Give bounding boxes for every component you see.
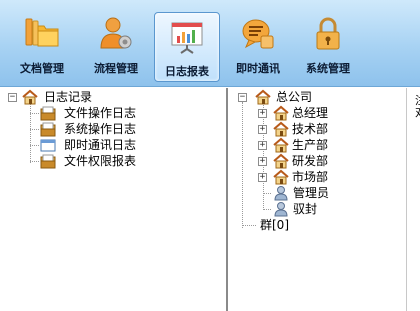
user-icon — [274, 186, 288, 201]
instant-messaging-button[interactable]: 即时通讯 — [226, 10, 290, 80]
tree-root-log-records[interactable]: − 日志记录 — [8, 89, 218, 105]
user-icon — [274, 202, 288, 217]
tree-root-head-office[interactable]: − 总公司 — [238, 89, 398, 105]
tree-item-im-log[interactable]: 即时通讯日志 — [40, 137, 220, 153]
house-icon — [273, 137, 289, 153]
tree-dept-marketing[interactable]: + 市场部 — [258, 169, 398, 185]
house-icon — [22, 89, 38, 105]
tree-dept-production[interactable]: + 生产部 — [258, 137, 398, 153]
log-folder-icon — [40, 122, 56, 137]
tree-item-system-operation-log[interactable]: 系统操作日志 — [40, 121, 220, 137]
clipped-text: 对 — [415, 107, 420, 118]
tree-item-label: 文件权限报表 — [64, 154, 137, 168]
lock-icon — [316, 17, 340, 50]
log-folder-icon — [40, 154, 56, 169]
house-icon — [273, 105, 289, 121]
clipped-side-pane: 注 对 — [407, 88, 420, 311]
tree-connector — [242, 225, 256, 226]
tree-dept-label: 研发部 — [292, 154, 329, 168]
clipped-text: 注 — [415, 95, 420, 106]
toolbar-button-label: 日志报表 — [165, 65, 209, 78]
tree-dept-label: 生产部 — [292, 138, 329, 152]
house-icon — [273, 153, 289, 169]
folder-icon — [25, 18, 59, 47]
tree-item-file-permission-report[interactable]: 文件权限报表 — [40, 153, 220, 169]
org-tree-pane[interactable]: − 总公司 + 总经理 + 技术部 + 生产部 + 研发部 + 市场部 管理员 … — [230, 88, 407, 311]
chart-board-icon — [171, 22, 203, 54]
tree-group[interactable]: 群[0] — [260, 217, 380, 233]
tree-user-label: 驭封 — [293, 202, 318, 216]
tree-connector — [30, 129, 39, 130]
house-icon — [273, 169, 289, 185]
tree-dept-label: 市场部 — [292, 170, 329, 184]
log-tree-pane[interactable]: − 日志记录 文件操作日志 系统操作日志 即时通讯日志 文件权限报表 — [0, 88, 228, 311]
log-folder-icon — [40, 106, 56, 121]
toolbar-button-label: 文档管理 — [20, 62, 64, 75]
tree-dept-label: 总经理 — [292, 106, 329, 120]
tree-dept-tech[interactable]: + 技术部 — [258, 121, 398, 137]
workflow-user-icon — [100, 17, 132, 49]
tree-root-label: 总公司 — [276, 90, 313, 104]
log-report-button[interactable]: 日志报表 — [154, 12, 220, 82]
window-icon — [40, 139, 56, 152]
tree-item-label: 文件操作日志 — [64, 106, 137, 120]
expand-toggle[interactable]: + — [258, 125, 267, 134]
house-icon — [255, 89, 271, 105]
toolbar-button-label: 流程管理 — [94, 62, 138, 75]
main-toolbar: 文档管理 流程管理 日志报表 即时通讯 系统管理 — [0, 0, 420, 87]
tree-user-yufeng[interactable]: 驭封 — [273, 201, 393, 217]
tree-connector — [30, 113, 39, 114]
tree-root-label: 日志记录 — [44, 90, 93, 104]
tree-connector — [263, 209, 271, 210]
expand-toggle[interactable]: + — [258, 141, 267, 150]
tree-connector — [30, 102, 31, 163]
tree-user-label: 管理员 — [293, 186, 330, 200]
chat-bubble-icon — [242, 19, 274, 49]
collapse-toggle[interactable]: − — [8, 93, 17, 102]
tree-dept-label: 技术部 — [292, 122, 329, 136]
tree-item-file-operation-log[interactable]: 文件操作日志 — [40, 105, 220, 121]
tree-connector — [263, 193, 271, 194]
workflow-management-button[interactable]: 流程管理 — [84, 10, 148, 80]
collapse-toggle[interactable]: − — [238, 93, 247, 102]
toolbar-button-label: 即时通讯 — [236, 62, 280, 75]
system-management-button[interactable]: 系统管理 — [296, 10, 360, 80]
tree-connector — [242, 102, 243, 228]
tree-item-label: 系统操作日志 — [64, 122, 137, 136]
tree-connector — [30, 145, 39, 146]
tree-connector — [30, 161, 39, 162]
toolbar-button-label: 系统管理 — [306, 62, 350, 75]
expand-toggle[interactable]: + — [258, 157, 267, 166]
house-icon — [273, 121, 289, 137]
tree-user-admin[interactable]: 管理员 — [273, 185, 393, 201]
expand-toggle[interactable]: + — [258, 109, 267, 118]
tree-group-label: 群[0] — [260, 218, 289, 232]
tree-item-label: 即时通讯日志 — [64, 138, 137, 152]
tree-dept-rnd[interactable]: + 研发部 — [258, 153, 398, 169]
document-management-button[interactable]: 文档管理 — [10, 10, 74, 80]
tree-dept-general-manager[interactable]: + 总经理 — [258, 105, 398, 121]
expand-toggle[interactable]: + — [258, 173, 267, 182]
